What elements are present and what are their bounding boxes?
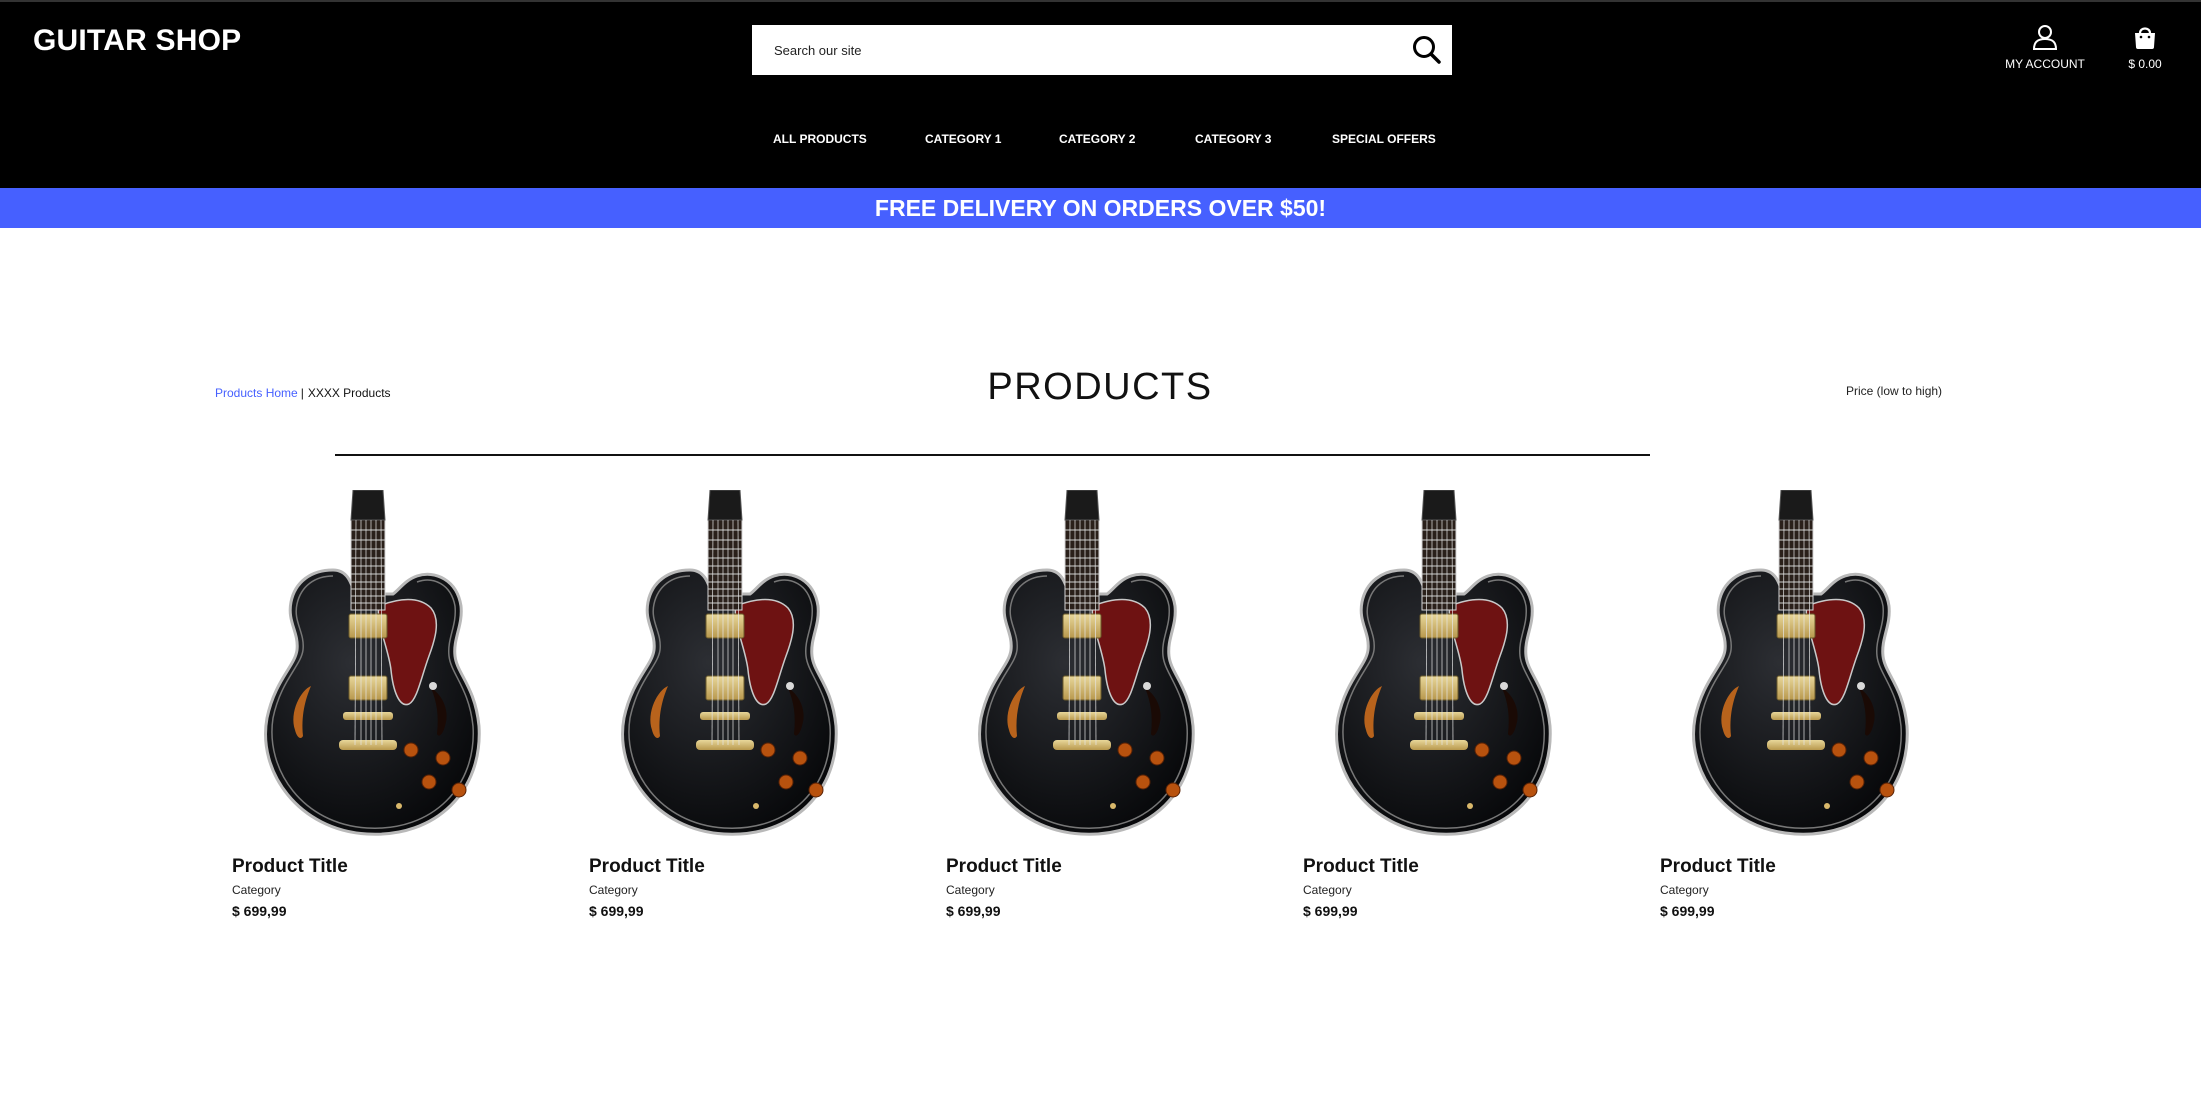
product-title[interactable]: Product Title: [589, 856, 705, 878]
my-account-button[interactable]: MY ACCOUNT: [2000, 24, 2090, 71]
nav-all-products[interactable]: ALL PRODUCTS: [773, 132, 867, 146]
main-nav: ALL PRODUCTS CATEGORY 1 CATEGORY 2 CATEG…: [0, 132, 2201, 156]
site-header: GUITAR SHOP MY ACCOUNT $ 0.00 ALL PRODUC…: [0, 0, 2201, 188]
guitar-image[interactable]: [259, 490, 489, 840]
product-price: $ 699,99: [946, 903, 1001, 919]
product-price: $ 699,99: [1660, 903, 1715, 919]
nav-category-3[interactable]: CATEGORY 3: [1195, 132, 1271, 146]
sort-dropdown[interactable]: Price (low to high): [1846, 384, 1942, 398]
product-category: Category: [946, 883, 995, 897]
nav-special-offers[interactable]: SPECIAL OFFERS: [1332, 132, 1436, 146]
product-category: Category: [1303, 883, 1352, 897]
site-logo[interactable]: GUITAR SHOP: [33, 24, 241, 58]
product-category: Category: [589, 883, 638, 897]
search-button[interactable]: [1410, 33, 1444, 67]
product-category: Category: [1660, 883, 1709, 897]
product-title[interactable]: Product Title: [1660, 856, 1776, 878]
product-price: $ 699,99: [589, 903, 644, 919]
product-title[interactable]: Product Title: [1303, 856, 1419, 878]
breadcrumb-current: XXXX Products: [307, 386, 391, 400]
search-bar: [752, 25, 1452, 75]
product-title[interactable]: Product Title: [232, 856, 348, 878]
shopping-bag-icon: [2135, 27, 2155, 49]
guitar-image[interactable]: [1687, 490, 1917, 840]
divider: [335, 454, 1650, 456]
promo-banner: FREE DELIVERY ON ORDERS OVER $50!: [0, 188, 2201, 228]
cart-button[interactable]: $ 0.00: [2120, 24, 2170, 71]
search-icon: [1413, 36, 1441, 64]
guitar-image[interactable]: [616, 490, 846, 840]
my-account-label: MY ACCOUNT: [2005, 57, 2085, 71]
nav-category-1[interactable]: CATEGORY 1: [925, 132, 1001, 146]
guitar-image[interactable]: [1330, 490, 1560, 840]
product-price: $ 699,99: [1303, 903, 1358, 919]
breadcrumb-home-link[interactable]: Products Home: [215, 386, 298, 400]
breadcrumb: Products Home | XXXX Products: [215, 386, 391, 400]
breadcrumb-separator: |: [300, 386, 304, 400]
cart-total: $ 0.00: [2128, 57, 2162, 71]
page-title: PRODUCTS: [987, 366, 1213, 408]
product-category: Category: [232, 883, 281, 897]
nav-category-2[interactable]: CATEGORY 2: [1059, 132, 1135, 146]
product-title[interactable]: Product Title: [946, 856, 1062, 878]
product-price: $ 699,99: [232, 903, 287, 919]
user-icon: [2032, 25, 2058, 50]
guitar-image[interactable]: [973, 490, 1203, 840]
search-input[interactable]: [752, 25, 1392, 75]
